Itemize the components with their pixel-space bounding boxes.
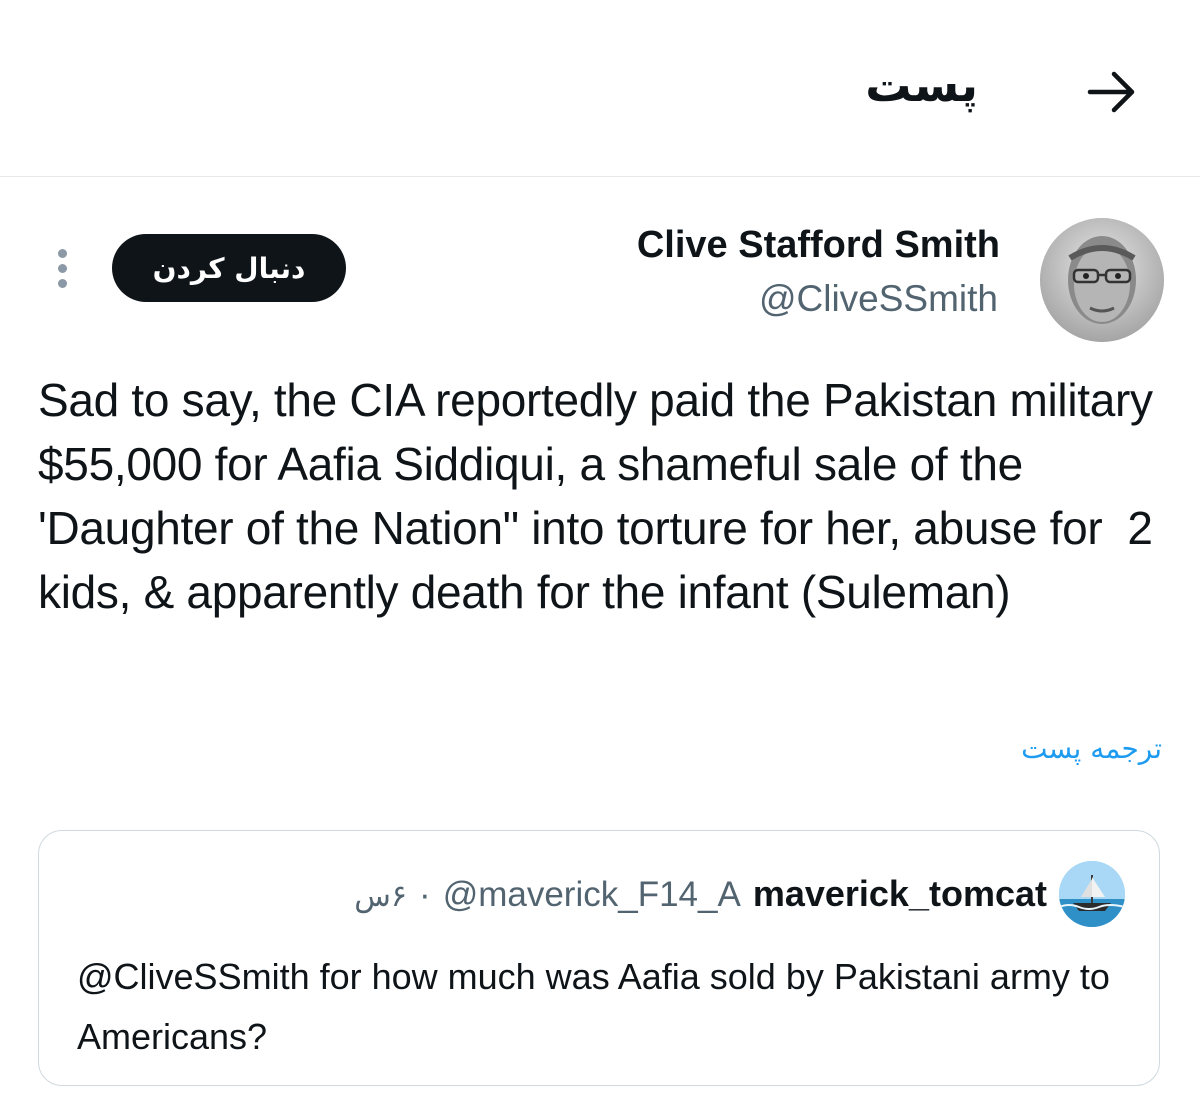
quote-author-avatar — [1059, 861, 1125, 927]
follow-button[interactable]: دنبال کردن — [112, 234, 346, 302]
quote-author-handle: @maverick_F14_A — [442, 875, 741, 914]
quoted-tweet-card[interactable]: ۶س · @maverick_F14_A maverick_tomcat @Cl… — [38, 830, 1160, 1086]
page-title: پست — [865, 58, 978, 112]
more-options-button[interactable] — [44, 240, 80, 296]
author-handle[interactable]: @CliveSSmith — [759, 278, 998, 320]
quote-separator: · — [419, 875, 431, 914]
quote-time: ۶س — [354, 879, 408, 914]
quote-author-name: maverick_tomcat — [752, 873, 1047, 914]
top-bar: پست — [0, 0, 1200, 177]
back-button[interactable] — [1082, 62, 1142, 122]
arrow-right-icon — [1087, 71, 1135, 113]
quote-text: @CliveSSmith for how much was Aafia sold… — [77, 956, 1110, 1057]
author-avatar[interactable] — [1040, 218, 1164, 342]
more-vertical-icon — [57, 248, 67, 258]
author-name[interactable]: Clive Stafford Smith — [637, 224, 1000, 267]
tweet-text: Sad to say, the CIA reportedly paid the … — [38, 374, 1166, 618]
translate-post-link[interactable]: ترجمه پست — [1021, 732, 1162, 765]
quote-meta: ۶س · @maverick_F14_A maverick_tomcat — [354, 873, 1047, 915]
